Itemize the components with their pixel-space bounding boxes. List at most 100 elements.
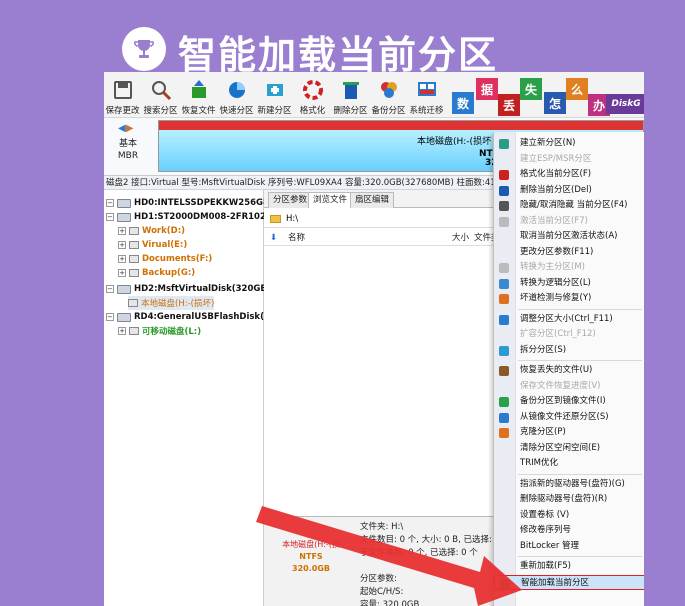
tree-item-label: Backup(G:) bbox=[142, 268, 196, 278]
menu-item[interactable]: 重新加载(F5) bbox=[494, 559, 644, 574]
expand-icon[interactable]: + bbox=[118, 327, 126, 335]
toolbar-button-label: 保存更改 bbox=[105, 106, 140, 116]
toolbar-button-1[interactable]: 保存更改 bbox=[104, 74, 141, 116]
ad-banner[interactable]: 数据丢失怎么办 DiskG bbox=[448, 74, 644, 116]
backup-icon bbox=[380, 82, 397, 98]
tree-disk-item[interactable]: − RD4:GeneralUSBFlashDisk(4G bbox=[106, 310, 277, 324]
menu-item-label: 更改分区参数(F11) bbox=[520, 246, 594, 257]
toolbar-button-6[interactable]: 格式化 bbox=[294, 74, 331, 116]
menu-item-label: 恢复丢失的文件(U) bbox=[520, 365, 593, 375]
menu-item-label: 激活当前分区(F7) bbox=[520, 215, 588, 226]
menu-item[interactable]: 克隆分区(P) bbox=[494, 425, 644, 440]
toolbar-button-3[interactable]: 恢复文件 bbox=[180, 74, 217, 116]
menu-item[interactable]: 隐藏/取消隐藏 当前分区(F4) bbox=[494, 198, 644, 213]
menu-item-label: 建立ESP/MSR分区 bbox=[520, 153, 592, 164]
expand-icon[interactable]: − bbox=[106, 213, 114, 221]
toolbar-button-5[interactable]: 新建分区 bbox=[256, 74, 293, 116]
menu-item[interactable]: 转换为逻辑分区(L) bbox=[494, 276, 644, 291]
toolbar-button-7[interactable]: 删除分区 bbox=[332, 74, 369, 116]
menu-item-icon bbox=[499, 185, 509, 196]
quick-partition-icon bbox=[228, 82, 245, 98]
menu-item[interactable]: 建立新分区(N) bbox=[494, 136, 644, 151]
menu-item[interactable]: 设置卷标 (V) bbox=[494, 508, 644, 523]
tree-partition-item[interactable]: + Work(D:) bbox=[118, 224, 185, 238]
menu-item-smart-load[interactable]: 智能加载当前分区 bbox=[494, 574, 644, 590]
tree-partition-item[interactable]: + Virual(E:) bbox=[118, 238, 187, 252]
partition-icon bbox=[128, 299, 138, 307]
tree-partition-item[interactable]: + Backup(G:) bbox=[118, 266, 195, 280]
col-size[interactable]: 大小 bbox=[452, 230, 469, 246]
menu-item[interactable]: 坏道检测与修复(Y) bbox=[494, 291, 644, 306]
format-icon bbox=[302, 80, 323, 100]
tree-partition-item[interactable]: + 可移动磁盘(L:) bbox=[118, 324, 201, 338]
partition-icon bbox=[129, 269, 139, 277]
menu-item-label: 重新加载(F5) bbox=[520, 561, 571, 571]
tree-item-label: HD1:ST2000DM008-2FR102(18 bbox=[134, 212, 282, 222]
menu-item[interactable]: 恢复丢失的文件(U) bbox=[494, 363, 644, 378]
menu-item[interactable]: 拆分分区(S) bbox=[494, 343, 644, 358]
menu-item-label: 扩容分区(Ctrl_F12) bbox=[520, 329, 596, 339]
tree-partition-item[interactable]: 本地磁盘(H:-(损坏) bbox=[128, 296, 215, 310]
menu-item-label: 设置卷标 (V) bbox=[520, 509, 570, 520]
menu-item-label: 备份分区到镜像文件(I) bbox=[520, 396, 606, 406]
tree-item-label: HD0:INTELSSDPEKKW256G8(2 bbox=[134, 198, 279, 208]
menu-item[interactable]: 建立ESP/MSR分区 bbox=[494, 152, 644, 167]
menu-item[interactable]: 格式化当前分区(F) bbox=[494, 167, 644, 182]
tab-partition-params[interactable]: 分区参数 bbox=[268, 192, 313, 208]
tree-item-label: RD4:GeneralUSBFlashDisk(4G bbox=[134, 312, 277, 322]
menu-item[interactable]: 从镜像文件还原分区(S) bbox=[494, 410, 644, 425]
toolbar-button-8[interactable]: 备份分区 bbox=[370, 74, 407, 116]
menu-item[interactable]: 调整分区大小(Ctrl_F11) bbox=[494, 312, 644, 327]
expand-icon[interactable]: + bbox=[118, 227, 126, 235]
toolbar-button-4[interactable]: 快速分区 bbox=[218, 74, 255, 116]
menu-item[interactable]: 扩容分区(Ctrl_F12) bbox=[494, 327, 644, 342]
menu-item[interactable]: 取消当前分区激活状态(A) bbox=[494, 229, 644, 244]
tab-sector-edit[interactable]: 扇区编辑 bbox=[350, 192, 395, 208]
partition-icon bbox=[129, 241, 139, 249]
menu-item[interactable]: 转换为主分区(M) bbox=[494, 260, 644, 275]
sort-arrow-icon[interactable]: ⬇ bbox=[270, 230, 277, 246]
expand-icon[interactable]: + bbox=[118, 269, 126, 277]
menu-item[interactable]: 删除当前分区(Del) bbox=[494, 183, 644, 198]
expand-icon[interactable]: − bbox=[106, 313, 114, 321]
menu-item[interactable]: BitLocker 管理 bbox=[494, 539, 644, 554]
col-name[interactable]: 名称 bbox=[288, 230, 305, 246]
expand-icon[interactable]: + bbox=[118, 241, 126, 249]
menu-item[interactable]: 更改分区参数(F11) bbox=[494, 245, 644, 260]
menu-item[interactable]: 清除分区空闲空间(E) bbox=[494, 441, 644, 456]
menu-item[interactable]: TRIM优化 bbox=[494, 456, 644, 471]
expand-icon[interactable]: + bbox=[118, 255, 126, 263]
disk-icon bbox=[117, 198, 131, 208]
tree-item-label: 可移动磁盘(L:) bbox=[142, 327, 202, 337]
tree-disk-item[interactable]: − HD0:INTELSSDPEKKW256G8(2 bbox=[106, 196, 279, 210]
menu-item-label: 取消当前分区激活状态(A) bbox=[520, 231, 618, 241]
partition-icon bbox=[129, 227, 139, 235]
tree-item-label: Documents(F:) bbox=[142, 254, 213, 264]
delete-icon bbox=[342, 82, 359, 99]
menu-item[interactable]: 备份分区到镜像文件(I) bbox=[494, 394, 644, 409]
tree-partition-item[interactable]: + Documents(F:) bbox=[118, 252, 212, 266]
menu-item[interactable]: 保存文件恢复进度(V) bbox=[494, 379, 644, 394]
menu-item-label: 指派新的驱动器号(盘符)(G) bbox=[520, 478, 625, 489]
tree-disk-item[interactable]: − HD1:ST2000DM008-2FR102(18 bbox=[106, 210, 282, 224]
ad-tile: 么 bbox=[566, 78, 588, 100]
toolbar-button-2[interactable]: 搜索分区 bbox=[142, 74, 179, 116]
menu-item[interactable]: 删除驱动器号(盘符)(R) bbox=[494, 492, 644, 507]
ad-tile: 失 bbox=[520, 78, 542, 100]
menu-item[interactable]: 激活当前分区(F7) bbox=[494, 214, 644, 229]
disk-nav-arrows[interactable]: ◀▶ bbox=[118, 123, 133, 134]
menu-item-icon bbox=[499, 412, 509, 423]
menu-item-label: 隐藏/取消隐藏 当前分区(F4) bbox=[520, 200, 628, 210]
expand-icon[interactable]: − bbox=[106, 199, 114, 207]
tab-browse-files[interactable]: 浏览文件 bbox=[308, 192, 353, 208]
menu-item-label: BitLocker 管理 bbox=[520, 540, 580, 551]
stat-line bbox=[360, 560, 500, 573]
new-partition-icon bbox=[266, 84, 283, 96]
menu-item[interactable]: 修改卷序列号 bbox=[494, 523, 644, 538]
menu-item[interactable]: 指派新的驱动器号(盘符)(G) bbox=[494, 477, 644, 492]
toolbar-button-9[interactable]: 系统迁移 bbox=[408, 74, 445, 116]
menu-item-label: 建立新分区(N) bbox=[520, 138, 576, 148]
expand-icon[interactable]: − bbox=[106, 285, 114, 293]
toolbar-button-label: 恢复文件 bbox=[181, 106, 216, 116]
tree-disk-item[interactable]: − HD2:MsftVirtualDisk(320GB) bbox=[106, 282, 271, 296]
